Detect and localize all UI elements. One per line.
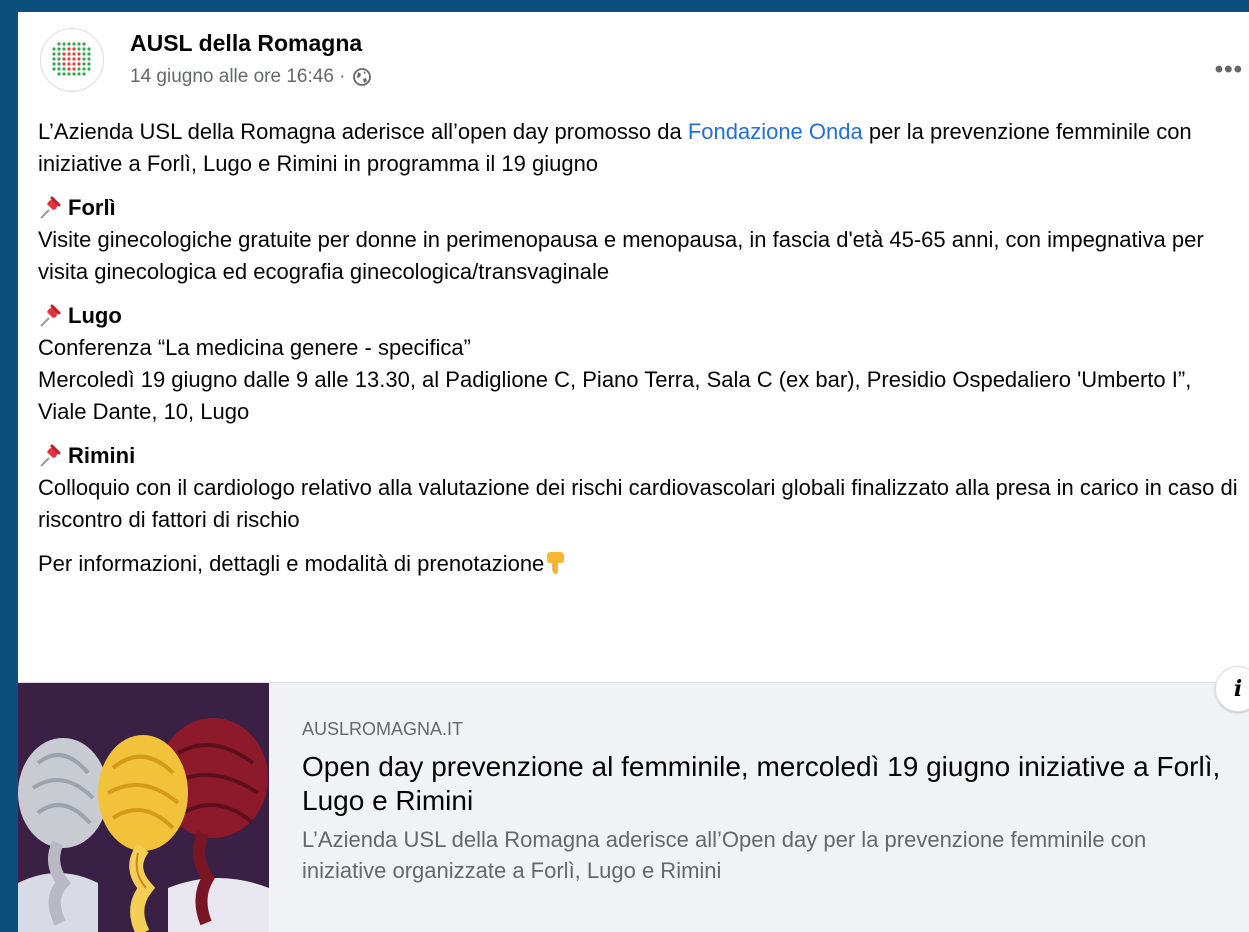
section-text: Colloquio con il cardiologo relativo all… — [38, 475, 1238, 532]
closing-text: Per informazioni, dettagli e modalità di… — [38, 551, 545, 576]
section-heading: Rimini — [38, 440, 1238, 472]
post-body: L’Azienda USL della Romagna aderisce all… — [38, 116, 1238, 592]
post-timestamp[interactable]: 14 giugno alle ore 16:46 · — [130, 66, 346, 88]
section-lugo: Lugo Conferenza “La medicina genere - sp… — [38, 300, 1238, 428]
pushpin-icon — [40, 304, 61, 327]
section-text: Mercoledì 19 giugno dalle 9 alle 13.30, … — [38, 367, 1192, 424]
section-text: Conferenza “La medicina genere - specifi… — [38, 335, 471, 360]
section-rimini: Rimini Colloquio con il cardiologo relat… — [38, 440, 1238, 536]
post-intro: L’Azienda USL della Romagna aderisce all… — [38, 116, 1238, 180]
section-forli: Forlì Visite ginecologiche gratuite per … — [38, 192, 1238, 288]
post-closing: Per informazioni, dettagli e modalità di… — [38, 548, 1238, 580]
globe-icon — [352, 68, 371, 86]
preview-text: AUSLROMAGNA.IT Open day prevenzione al f… — [302, 719, 1222, 886]
pushpin-icon — [40, 444, 61, 467]
section-title-forli: Forlì — [68, 195, 116, 220]
section-heading: Lugo — [38, 300, 1238, 332]
pushpin-icon — [40, 196, 61, 219]
page-avatar[interactable] — [40, 28, 104, 92]
preview-description: L’Azienda USL della Romagna aderisce all… — [302, 827, 1147, 883]
preview-image[interactable] — [18, 683, 269, 932]
preview-title[interactable]: Open day prevenzione al femminile, merco… — [302, 750, 1222, 818]
post-meta: 14 giugno alle ore 16:46 · — [130, 66, 372, 88]
backhand-index-pointing-down-icon — [547, 552, 565, 574]
post-card: AUSL della Romagna 14 giugno alle ore 16… — [18, 12, 1249, 932]
post-header: AUSL della Romagna 14 giugno alle ore 16… — [38, 26, 1249, 96]
more-options-button[interactable]: ••• — [1215, 56, 1243, 84]
section-title-lugo: Lugo — [68, 303, 122, 328]
section-heading: Forlì — [38, 192, 1238, 224]
section-text: Visite ginecologiche gratuite per donne … — [38, 227, 1204, 284]
intro-text: L’Azienda USL della Romagna aderisce all… — [38, 119, 688, 144]
preview-domain: AUSLROMAGNA.IT — [302, 719, 464, 739]
author-name[interactable]: AUSL della Romagna — [130, 30, 362, 57]
fondazione-onda-link[interactable]: Fondazione Onda — [688, 119, 863, 144]
link-preview[interactable]: AUSLROMAGNA.IT Open day prevenzione al f… — [18, 682, 1249, 932]
section-title-rimini: Rimini — [68, 443, 136, 468]
